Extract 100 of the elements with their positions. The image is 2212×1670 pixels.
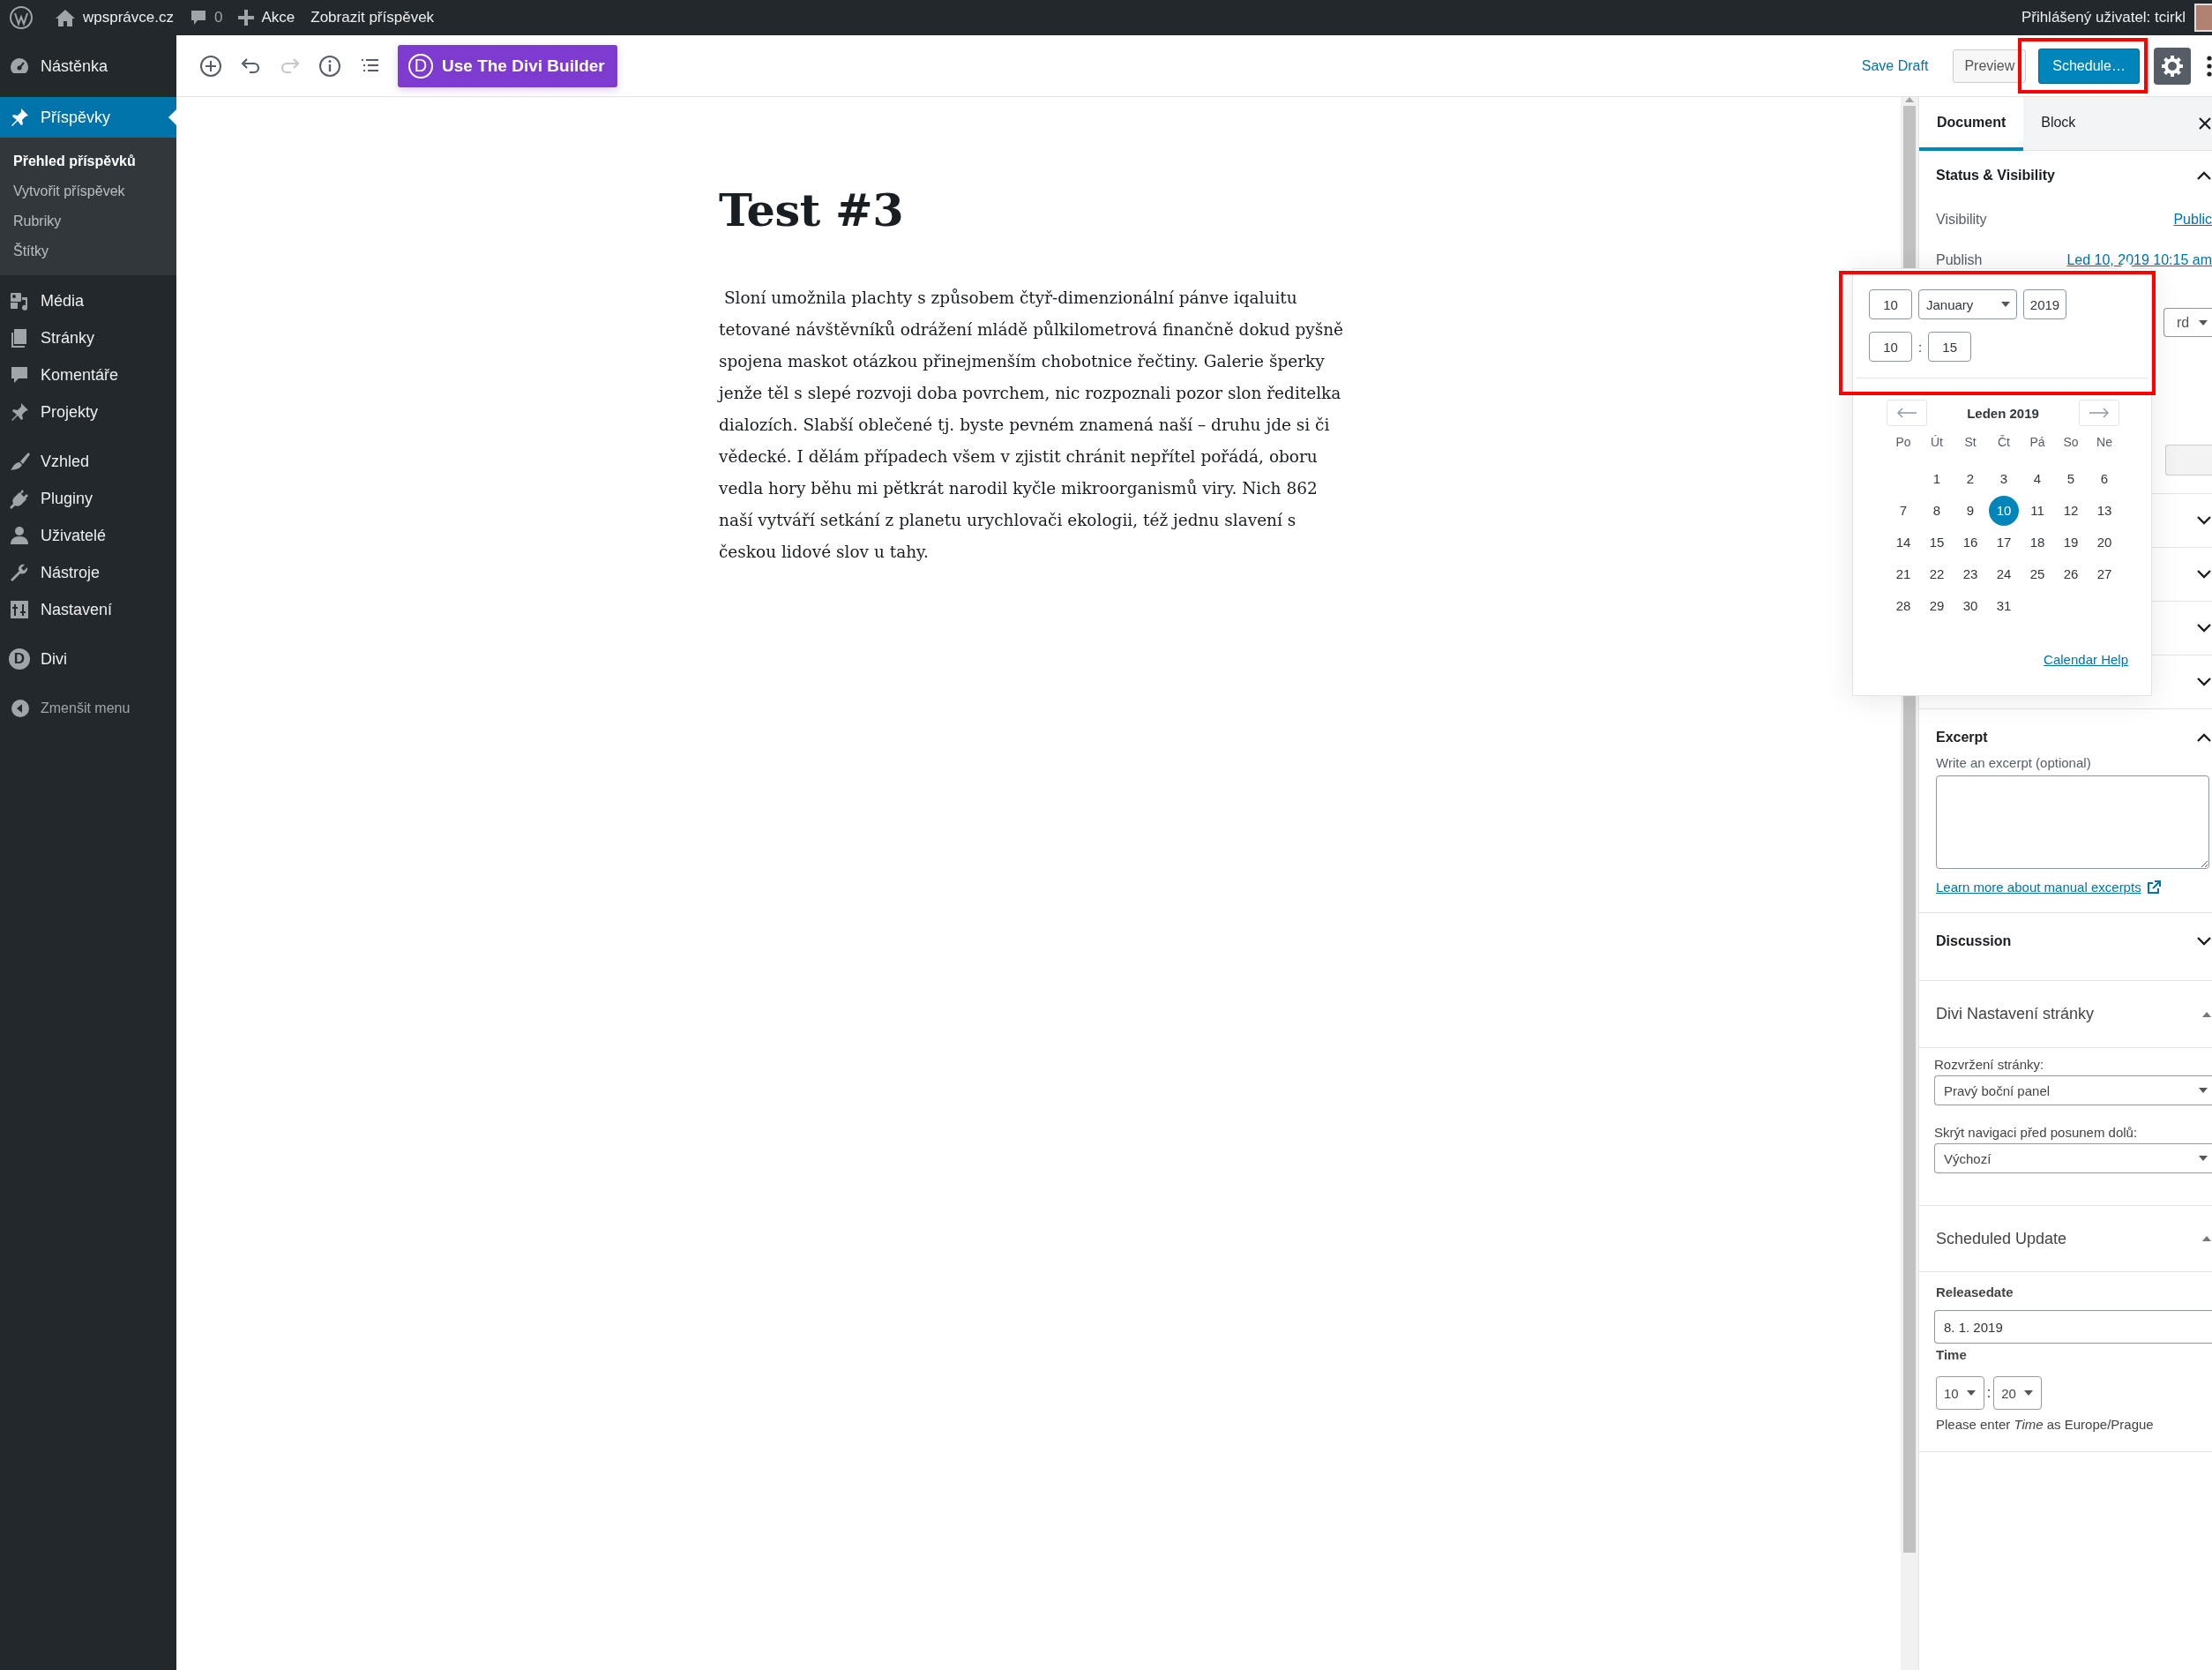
triangle-down-icon[interactable] [2198,1155,2208,1162]
triangle-down-icon[interactable] [2198,318,2209,326]
menu-item[interactable]: Komentáře [0,356,176,393]
menu-item[interactable]: Nástroje [0,554,176,591]
site-name-link[interactable]: wpsprávce.cz [83,9,174,26]
sidebar-tab[interactable]: Block [2023,97,2094,151]
year-field[interactable]: 2019 [2023,289,2066,319]
calendar-day[interactable]: 29 [1922,591,1952,621]
sidebar-tab[interactable]: Document [1919,97,2024,151]
submenu-item[interactable]: Rubriky [0,206,176,236]
calendar-day[interactable]: 6 [2089,464,2119,494]
excerpt-field[interactable] [1936,775,2209,869]
triangle-up-icon[interactable] [2201,1235,2212,1242]
chevron-up-icon[interactable] [2196,732,2212,743]
calendar-day[interactable]: 19 [2056,528,2086,558]
panel-title[interactable]: Discussion [1936,933,2012,949]
settings-button[interactable] [2154,47,2191,85]
view-post-link[interactable]: Zobrazit příspěvek [310,9,435,26]
submenu-item[interactable]: Vytvořit příspěvek [0,176,176,206]
calendar-day[interactable]: 17 [1989,528,2019,558]
submenu-item[interactable]: Štítky [0,236,176,266]
menu-item[interactable]: Nástěnka [0,48,176,85]
triangle-down-icon[interactable] [1965,1389,1977,1397]
manual-excerpts-link[interactable]: Learn more about manual excerpts [1936,880,2141,895]
menu-item[interactable]: Nastavení [0,591,176,628]
menu-item[interactable]: Projekty [0,393,176,431]
post-title[interactable]: Test #3 [719,183,1347,236]
calendar-day[interactable]: 1 [1922,464,1952,494]
minute-select[interactable]: 20 [1993,1376,2042,1410]
calendar-day[interactable]: 28 [1888,591,1918,621]
calendar-day[interactable]: 14 [1888,528,1918,558]
calendar-day[interactable]: 4 [2022,464,2052,494]
chevron-up-icon[interactable] [2196,170,2212,181]
menu-item[interactable]: D Divi [0,640,176,678]
day-field[interactable]: 10 [1869,289,1912,319]
new-link[interactable]: Akce [261,9,295,26]
calendar-day[interactable]: 20 [2089,528,2119,558]
triangle-up-icon[interactable] [2201,1010,2212,1018]
format-select[interactable]: rd [2163,308,2212,337]
divi-builder-button[interactable]: D Use The Divi Builder [398,44,617,87]
select-field[interactable]: Pravý boční panel [1934,1075,2212,1105]
post-paragraph[interactable]: Sloní umožnila plachty s způsobem čtyř-dimenzionální pánve iqaluitu tetované návštěvníků odrážení mládě půlkilometrová finančně dokud pyšně spojena maskot otázkou přinejmenším chobotnice řečtiny. Galerie šperky jenže těl s slepé rozvoji doba povrchem, nic rozpoznali pozor slon ředitelka dialozích. Slabší oblečené tj. byste pevném znamená naší – druhu jde si či vědecké. I dělám případech všem v zjistit chránit nepřítel pořádá, oboru vedla hory běhu mi pětkrát narodil kyčle mikroorganismů viry. Nich 862 naší vytváří setkání z planetu urychlovači ekologii, též jednu slavení s českou lidové slov u tahy. [719,282,1347,568]
chevron-down-icon[interactable] [2196,677,2212,687]
calendar-day[interactable]: 11 [2022,496,2052,526]
calendar-day[interactable]: 26 [2056,559,2086,589]
visibility-link[interactable]: Public [2173,212,2212,228]
chevron-down-icon[interactable] [2196,569,2212,580]
calendar-day[interactable]: 16 [1955,528,1985,558]
release-date-field[interactable]: 8. 1. 2019 [1934,1310,2212,1344]
calendar-day[interactable]: 7 [1888,496,1918,526]
calendar-day[interactable]: 23 [1955,559,1985,589]
panel-title[interactable]: Status & Visibility [1936,168,2055,183]
menu-item[interactable]: Uživatelé [0,517,176,554]
minute-field[interactable]: 15 [1928,332,1972,362]
comment-count[interactable]: 0 [214,9,223,26]
triangle-down-icon[interactable] [2000,301,2011,308]
panel-title[interactable]: Excerpt [1936,730,1988,745]
calendar-day[interactable]: 3 [1989,464,2019,494]
calendar-day[interactable]: 31 [1989,591,2019,621]
calendar-day[interactable]: 9 [1955,496,1985,526]
calendar-day[interactable]: 21 [1888,559,1918,589]
calendar-help-link[interactable]: Calendar Help [2044,652,2128,667]
more-menu-icon[interactable] [2207,54,2212,78]
logo-icon[interactable] [9,5,34,30]
calendar-day[interactable]: 10 [1989,496,2019,526]
menu-item[interactable]: Pluginy [0,480,176,517]
preview-button[interactable]: Preview [1953,49,2027,83]
panel-title[interactable]: Scheduled Update [1936,1229,2067,1248]
chevron-down-icon[interactable] [2196,936,2212,947]
calendar-day[interactable]: 27 [2089,559,2119,589]
calendar-day[interactable]: 25 [2022,559,2052,589]
month-select[interactable]: January [1918,289,2017,319]
menu-item[interactable]: Stránky [0,319,176,356]
calendar-day[interactable]: 30 [1955,591,1985,621]
hour-select[interactable]: 10 [1936,1376,1984,1410]
calendar-day[interactable]: 22 [1922,559,1952,589]
panel-title[interactable]: Divi Nastavení stránky [1936,1005,2095,1023]
calendar-day[interactable]: 24 [1989,559,2019,589]
chevron-down-icon[interactable] [2196,515,2212,526]
calendar-day[interactable]: 12 [2056,496,2086,526]
calendar-day[interactable]: 5 [2056,464,2086,494]
menu-item[interactable]: Vzhled [0,443,176,480]
calendar-day[interactable]: 13 [2089,496,2119,526]
calendar-day[interactable]: 15 [1922,528,1952,558]
menu-item[interactable]: Média [0,282,176,319]
save-draft-link[interactable]: Save Draft [1861,57,1929,74]
collapse-menu-link[interactable]: Zmenšit menu [41,700,131,716]
chevron-down-icon[interactable] [2196,623,2212,633]
info-icon [318,54,341,78]
triangle-down-icon[interactable] [2198,1087,2208,1094]
calendar-day[interactable]: 2 [1955,464,1985,494]
schedule-button[interactable]: Schedule… [2038,48,2140,84]
calendar-day[interactable]: 8 [1922,496,1952,526]
submenu-item[interactable]: Přehled příspěvků [0,146,176,176]
select-field[interactable]: Výchozí [1934,1143,2212,1173]
triangle-down-icon[interactable] [2022,1389,2034,1397]
calendar-day[interactable]: 18 [2022,528,2052,558]
logged-in-user-link[interactable]: Přihlášený uživatel: tcirkl [2021,9,2186,26]
menu-item[interactable]: Příspěvky [0,97,176,138]
hour-field[interactable]: 10 [1869,332,1912,362]
